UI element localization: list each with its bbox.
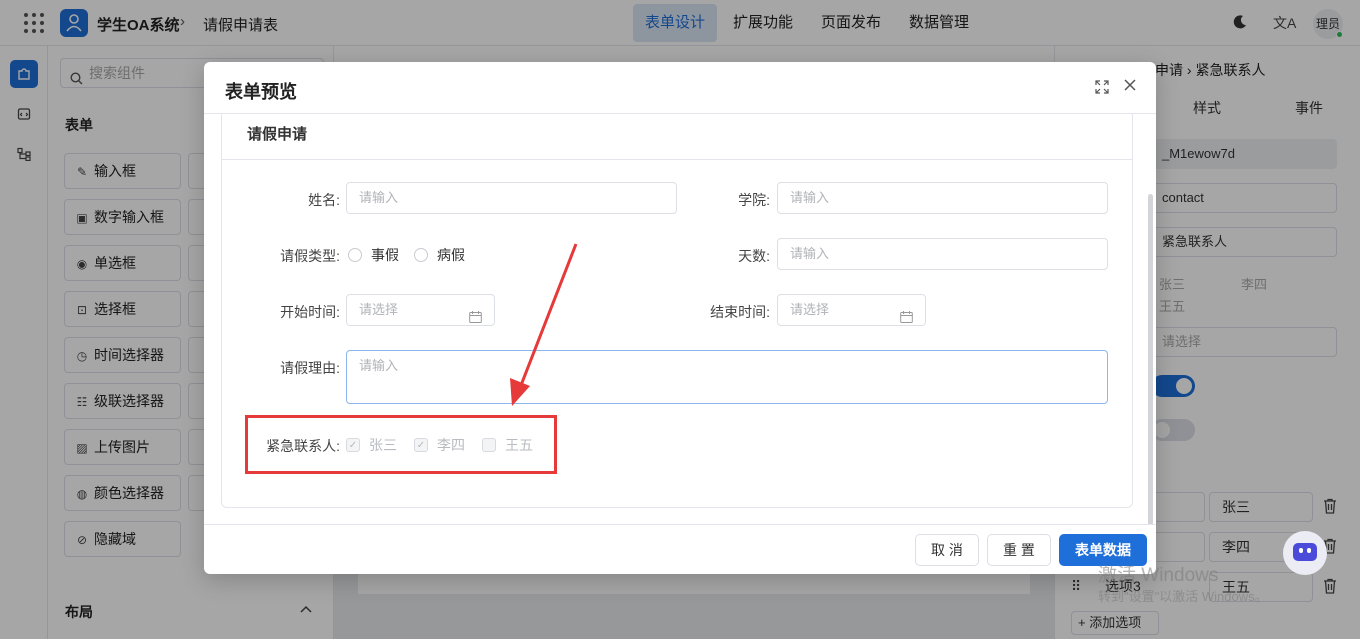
name-label: 姓名: xyxy=(308,192,340,208)
end-time-placeholder: 请选择 xyxy=(790,302,830,317)
dialog-title: 表单预览 xyxy=(225,82,297,102)
name-input[interactable]: 请输入 xyxy=(346,182,677,214)
calendar-icon xyxy=(900,304,913,334)
bot-eye xyxy=(1299,548,1303,553)
start-time-label: 开始时间: xyxy=(280,304,340,320)
days-label: 天数: xyxy=(738,248,770,264)
start-time-picker[interactable]: 请选择 xyxy=(346,294,495,326)
close-icon[interactable] xyxy=(1123,76,1137,96)
start-time-placeholder: 请选择 xyxy=(359,302,399,317)
radio-personal-leave[interactable]: 事假 xyxy=(348,245,399,265)
radio-label: 事假 xyxy=(371,247,399,263)
card-divider xyxy=(222,159,1132,160)
leave-type-label: 请假类型: xyxy=(280,248,340,264)
dialog-scrollbar[interactable] xyxy=(1148,194,1153,524)
dialog-footer-divider xyxy=(204,524,1156,525)
cancel-button[interactable]: 取 消 xyxy=(915,534,979,566)
expand-icon[interactable] xyxy=(1095,80,1109,97)
college-input[interactable]: 请输入 xyxy=(777,182,1108,214)
radio-circle xyxy=(348,248,362,262)
radio-label: 病假 xyxy=(437,247,465,263)
reason-label: 请假理由: xyxy=(280,360,340,376)
end-time-label: 结束时间: xyxy=(710,304,770,320)
calendar-icon xyxy=(469,304,482,334)
reset-button[interactable]: 重 置 xyxy=(987,534,1051,566)
form-preview-dialog: 表单预览 请假申请 姓名: 请输入 学院: 请输入 请假类型: 事假 病假 天数… xyxy=(204,62,1156,574)
days-input[interactable]: 请输入 xyxy=(777,238,1108,270)
form-card-title: 请假申请 xyxy=(247,126,308,143)
chatbot-icon[interactable] xyxy=(1283,531,1327,575)
windows-activation-hint: 转到"设置"以激活 Windows。 xyxy=(1098,589,1268,604)
bot-face xyxy=(1293,543,1317,561)
college-label: 学院: xyxy=(738,192,770,208)
radio-circle xyxy=(414,248,428,262)
reason-textarea[interactable]: 请输入 xyxy=(346,350,1108,404)
highlight-annotation-box xyxy=(245,415,557,474)
windows-activation-watermark: 激活 Windows xyxy=(1098,565,1219,586)
radio-sick-leave[interactable]: 病假 xyxy=(414,245,465,265)
bot-eye xyxy=(1307,548,1311,553)
end-time-picker[interactable]: 请选择 xyxy=(777,294,926,326)
